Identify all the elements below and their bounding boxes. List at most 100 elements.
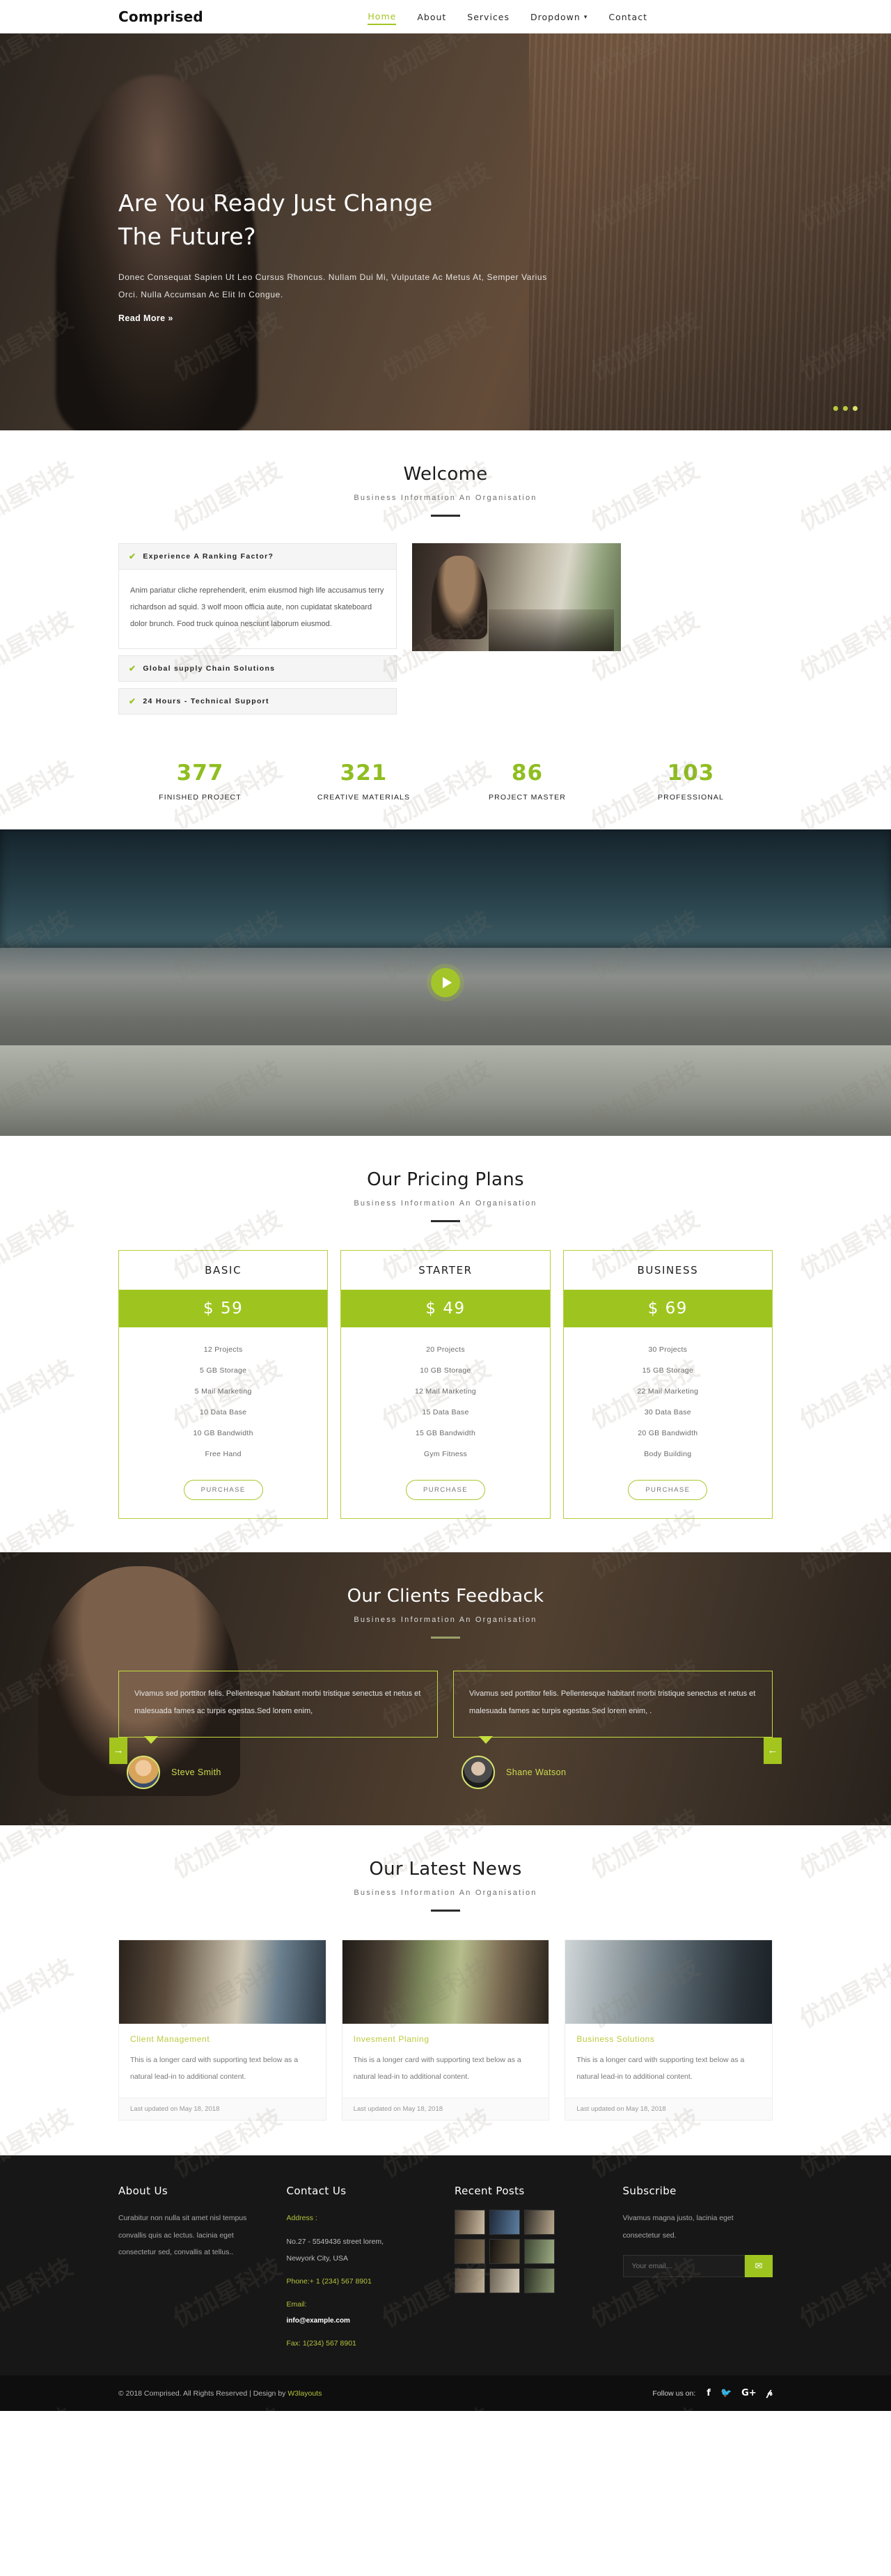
pricing-card-basic: BASIC $ 59 12 Projects 5 GB Storage 5 Ma… bbox=[118, 1249, 329, 1519]
recent-posts-grid bbox=[455, 2210, 605, 2294]
recent-post-thumb[interactable] bbox=[455, 2239, 485, 2265]
page-root: Comprised Home About Services Dropdown ▾ … bbox=[0, 0, 891, 2412]
facebook-icon[interactable]: f bbox=[707, 2388, 711, 2398]
accordion-body: Anim pariatur cliche reprehenderit, enim… bbox=[118, 570, 397, 649]
stat-value: 377 bbox=[176, 760, 224, 786]
play-button[interactable] bbox=[431, 967, 460, 997]
footer-about: About Us Curabitur non nulla sit amet ni… bbox=[118, 2185, 269, 2352]
plan-feature: 30 Projects bbox=[648, 1345, 688, 1354]
news-card-3[interactable]: Business Solutions This is a longer card… bbox=[565, 1939, 773, 2121]
features-accordion: ✔ Experience A Ranking Factor? Anim pari… bbox=[118, 543, 397, 715]
stats-section: 377 FINISHED PROJECT 321 CREATIVE MATERI… bbox=[0, 740, 891, 829]
accordion-label: 24 Hours - Technical Support bbox=[143, 696, 269, 705]
slider-dots[interactable] bbox=[833, 406, 858, 411]
purchase-button[interactable]: PURCHASE bbox=[183, 1479, 263, 1500]
accordion-item-2[interactable]: ✔ Global supply Chain Solutions bbox=[118, 655, 397, 682]
news-card-title[interactable]: Business Solutions bbox=[576, 2034, 761, 2044]
stat-creative-materials: 321 CREATIVE MATERIALS bbox=[282, 760, 446, 802]
footer-contact: Contact Us Address : No.27 - 5549436 str… bbox=[287, 2185, 437, 2352]
testimonial-next-button[interactable]: ← bbox=[764, 1737, 782, 1764]
recent-post-thumb[interactable] bbox=[489, 2210, 520, 2235]
pinterest-icon[interactable]: 𝓅 bbox=[766, 2388, 773, 2398]
plan-feature: 15 GB Storage bbox=[642, 1366, 693, 1375]
testimonial-name: Steve Smith bbox=[171, 1767, 221, 1778]
slider-dot-3[interactable] bbox=[853, 406, 858, 411]
accordion-item-3[interactable]: ✔ 24 Hours - Technical Support bbox=[118, 687, 397, 715]
news-thumbnail bbox=[565, 1940, 773, 2024]
news-subtitle: Business Information An Organisation bbox=[354, 1889, 537, 1898]
footer-about-title: About Us bbox=[118, 2185, 168, 2198]
email-input[interactable] bbox=[622, 2254, 745, 2277]
testimonial-quote: Vivamus sed porttitor felis. Pellentesqu… bbox=[453, 1670, 773, 1744]
pricing-section: Our Pricing Plans Business Information A… bbox=[0, 1135, 891, 1552]
plan-feature: 10 Data Base bbox=[200, 1407, 247, 1416]
accordion-item-1[interactable]: ✔ Experience A Ranking Factor? Anim pari… bbox=[118, 543, 397, 649]
purchase-button[interactable]: PURCHASE bbox=[405, 1479, 485, 1500]
avatar bbox=[462, 1756, 495, 1790]
recent-post-thumb[interactable] bbox=[455, 2268, 485, 2294]
plan-price: $ 59 bbox=[119, 1289, 328, 1327]
recent-post-thumb[interactable] bbox=[524, 2268, 555, 2294]
nav-item-about[interactable]: About bbox=[417, 10, 446, 24]
news-card-1[interactable]: Client Management This is a longer card … bbox=[118, 1939, 326, 2121]
main-navigation: Home About Services Dropdown ▾ Contact bbox=[368, 9, 773, 25]
site-footer: About Us Curabitur non nulla sit amet ni… bbox=[0, 2155, 891, 2376]
slider-dot-1[interactable] bbox=[833, 406, 838, 411]
stat-label: PROJECT MASTER bbox=[489, 793, 566, 802]
plan-name: BASIC bbox=[205, 1263, 242, 1277]
news-heading: Our Latest News Business Information An … bbox=[118, 1825, 773, 1912]
testimonial-quote: Vivamus sed porttitor felis. Pellentesqu… bbox=[118, 1670, 438, 1744]
nav-item-contact[interactable]: Contact bbox=[608, 10, 647, 24]
slider-dot-2[interactable] bbox=[843, 406, 848, 411]
nav-label: Services bbox=[467, 11, 510, 22]
footer-about-text: Curabitur non nulla sit amet nisl tempus… bbox=[118, 2214, 247, 2256]
subscribe-submit-button[interactable]: ✉ bbox=[745, 2254, 773, 2277]
hero-paragraph: Donec Consequat Sapien Ut Leo Cursus Rho… bbox=[118, 272, 547, 299]
recent-post-thumb[interactable] bbox=[524, 2210, 555, 2235]
google-plus-icon[interactable]: G+ bbox=[741, 2388, 757, 2398]
accordion-header[interactable]: ✔ 24 Hours - Technical Support bbox=[118, 687, 397, 715]
designer-link[interactable]: W3layouts bbox=[287, 2389, 322, 2398]
news-thumbnail bbox=[342, 1940, 549, 2024]
footer-subscribe: Subscribe Vivamus magna justo, lacinia e… bbox=[622, 2185, 773, 2352]
recent-post-thumb[interactable] bbox=[455, 2210, 485, 2235]
recent-post-thumb[interactable] bbox=[489, 2239, 520, 2265]
check-icon: ✔ bbox=[129, 696, 137, 706]
nav-item-home[interactable]: Home bbox=[368, 9, 397, 25]
footer-subscribe-text: Vivamus magna justo, lacinia eget consec… bbox=[622, 2214, 734, 2240]
nav-item-dropdown[interactable]: Dropdown ▾ bbox=[530, 10, 588, 24]
purchase-button[interactable]: PURCHASE bbox=[628, 1479, 708, 1500]
check-icon: ✔ bbox=[129, 552, 137, 561]
plan-feature: 5 Mail Marketing bbox=[194, 1387, 252, 1396]
stat-value: 103 bbox=[667, 760, 715, 786]
recent-post-thumb[interactable] bbox=[524, 2239, 555, 2265]
news-card-title[interactable]: Client Management bbox=[130, 2034, 315, 2044]
phone-number[interactable]: Phone:+ 1 (234) 567 8901 bbox=[287, 2273, 437, 2290]
brand-logo[interactable]: Comprised bbox=[118, 8, 203, 25]
footer-recent-posts: Recent Posts bbox=[455, 2185, 605, 2352]
testimonial-author: Steve Smith bbox=[118, 1756, 438, 1790]
testimonial-prev-button[interactable]: → bbox=[109, 1737, 127, 1764]
hero-title-line2: The Future? bbox=[118, 222, 256, 250]
news-card-text: This is a longer card with supporting te… bbox=[130, 2056, 299, 2082]
hero-read-more-button[interactable]: Read More » bbox=[118, 313, 173, 323]
twitter-icon[interactable]: 🐦 bbox=[720, 2388, 732, 2398]
plan-feature: Gym Fitness bbox=[423, 1449, 468, 1458]
news-card-title[interactable]: Invesment Planing bbox=[354, 2034, 538, 2044]
play-icon bbox=[442, 976, 452, 988]
news-card-footer: Last updated on May 18, 2018 bbox=[342, 2098, 549, 2121]
news-card-2[interactable]: Invesment Planing This is a longer card … bbox=[341, 1939, 550, 2121]
pricing-title: Our Pricing Plans bbox=[367, 1169, 524, 1190]
address-line-1: No.27 - 5549436 street lorem, bbox=[286, 2237, 384, 2246]
accordion-label: Global supply Chain Solutions bbox=[143, 664, 276, 673]
accordion-header[interactable]: ✔ Experience A Ranking Factor? bbox=[118, 543, 397, 570]
testimonial-card-1: → Vivamus sed porttitor felis. Pellentes… bbox=[109, 1670, 438, 1790]
email-address[interactable]: info@example.com bbox=[287, 2313, 437, 2329]
nav-item-services[interactable]: Services bbox=[467, 10, 510, 24]
recent-post-thumb[interactable] bbox=[489, 2268, 520, 2294]
accordion-header[interactable]: ✔ Global supply Chain Solutions bbox=[118, 655, 397, 682]
stat-finished-project: 377 FINISHED PROJECT bbox=[118, 760, 282, 802]
address-label: Address : bbox=[286, 2214, 317, 2223]
welcome-subtitle: Business Information An Organisation bbox=[354, 494, 537, 502]
testimonials-subtitle: Business Information An Organisation bbox=[354, 1615, 537, 1624]
